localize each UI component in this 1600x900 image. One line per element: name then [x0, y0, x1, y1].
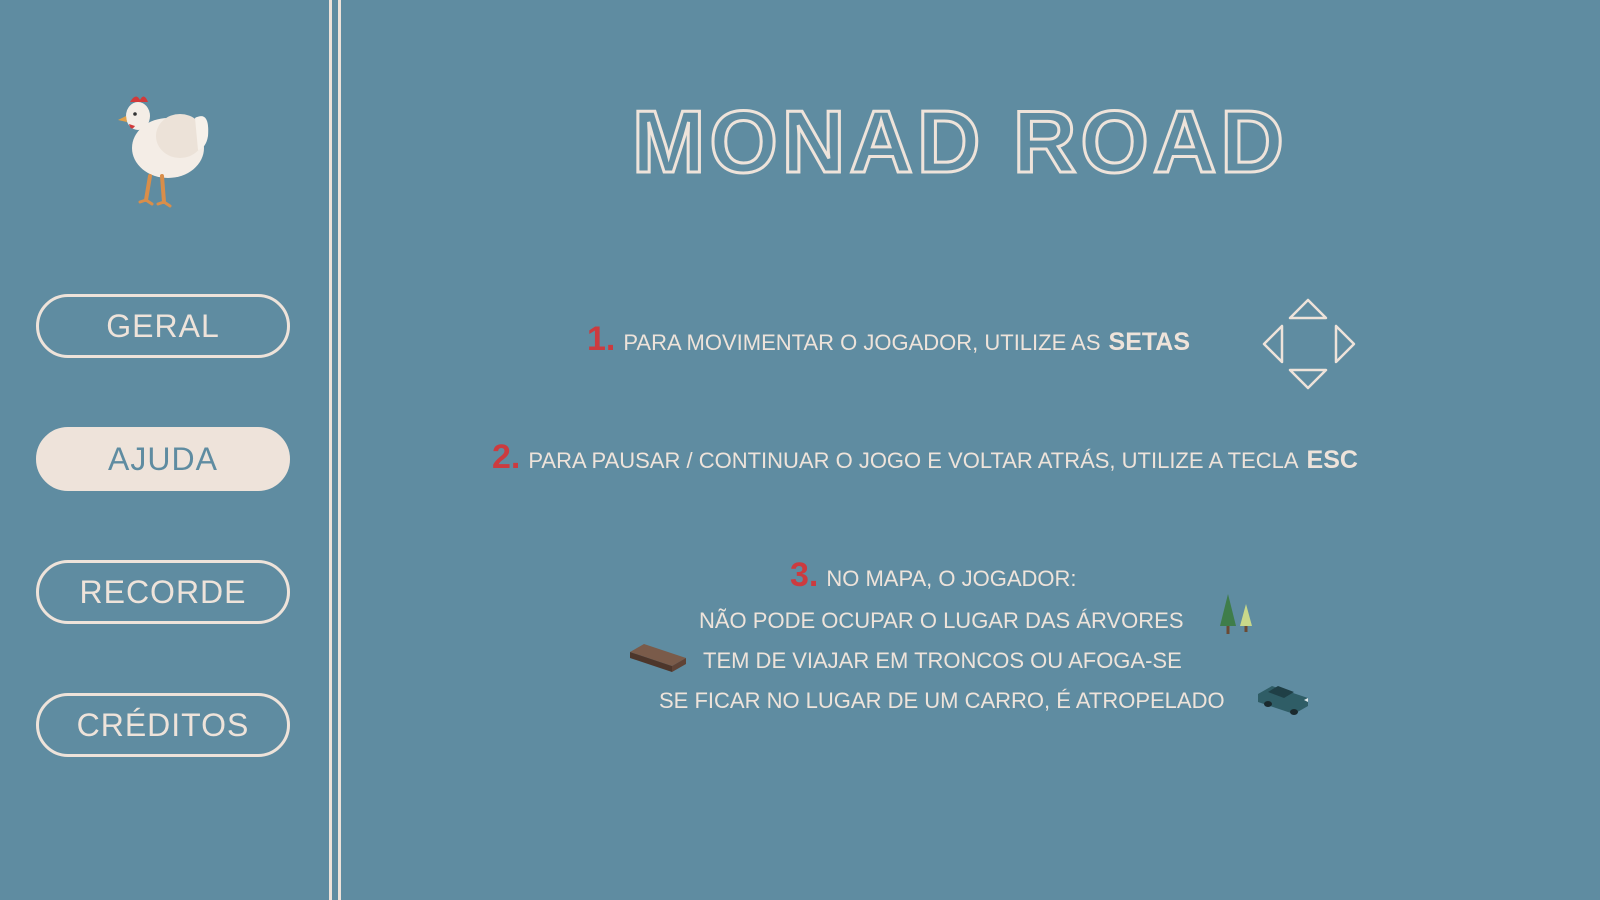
rule-key: ESC: [1306, 446, 1358, 474]
svg-text:MONAD ROAD: MONAD ROAD: [632, 92, 1288, 191]
rule-number: 1.: [587, 320, 616, 358]
trees-icon: [1220, 594, 1252, 634]
rule-number: 3.: [790, 556, 819, 594]
log-icon: [630, 644, 686, 672]
rule-key: SETAS: [1108, 328, 1191, 356]
nav-creditos-button[interactable]: CRÉDITOS: [36, 693, 290, 757]
car-icon: [1258, 686, 1308, 715]
help-rule-1: 1. PARA MOVIMENTAR O JOGADOR, UTILIZE AS…: [587, 320, 1190, 359]
nav-geral-button[interactable]: GERAL: [36, 294, 290, 358]
rule-3-line-trees: NÃO PODE OCUPAR O LUGAR DAS ÁRVORES: [699, 608, 1184, 633]
help-rule-3: 3. NO MAPA, O JOGADOR:: [790, 556, 1077, 595]
rule-text: PARA MOVIMENTAR O JOGADOR, UTILIZE AS: [623, 330, 1101, 355]
sidebar: GERAL AJUDA RECORDE CRÉDITOS: [0, 0, 330, 900]
nav-recorde-button[interactable]: RECORDE: [36, 560, 290, 624]
nav-ajuda-button[interactable]: AJUDA: [36, 427, 290, 491]
chicken-logo-icon: [118, 96, 209, 208]
arrow-keys-icon: [1262, 298, 1356, 390]
rule-number: 2.: [492, 438, 521, 476]
rule-text: PARA PAUSAR / CONTINUAR O JOGO E VOLTAR …: [528, 448, 1299, 473]
sidebar-divider-line: [329, 0, 332, 900]
help-rule-2: 2. PARA PAUSAR / CONTINUAR O JOGO E VOLT…: [492, 438, 1358, 477]
rule-3-line-log: TEM DE VIAJAR EM TRONCOS OU AFOGA-SE: [703, 648, 1182, 673]
rule-text: NO MAPA, O JOGADOR:: [826, 566, 1077, 591]
rule-3-line-car: SE FICAR NO LUGAR DE UM CARRO, É ATROPEL…: [659, 688, 1225, 713]
sidebar-divider-line: [338, 0, 341, 900]
game-title: MONAD ROAD: [631, 92, 1288, 192]
